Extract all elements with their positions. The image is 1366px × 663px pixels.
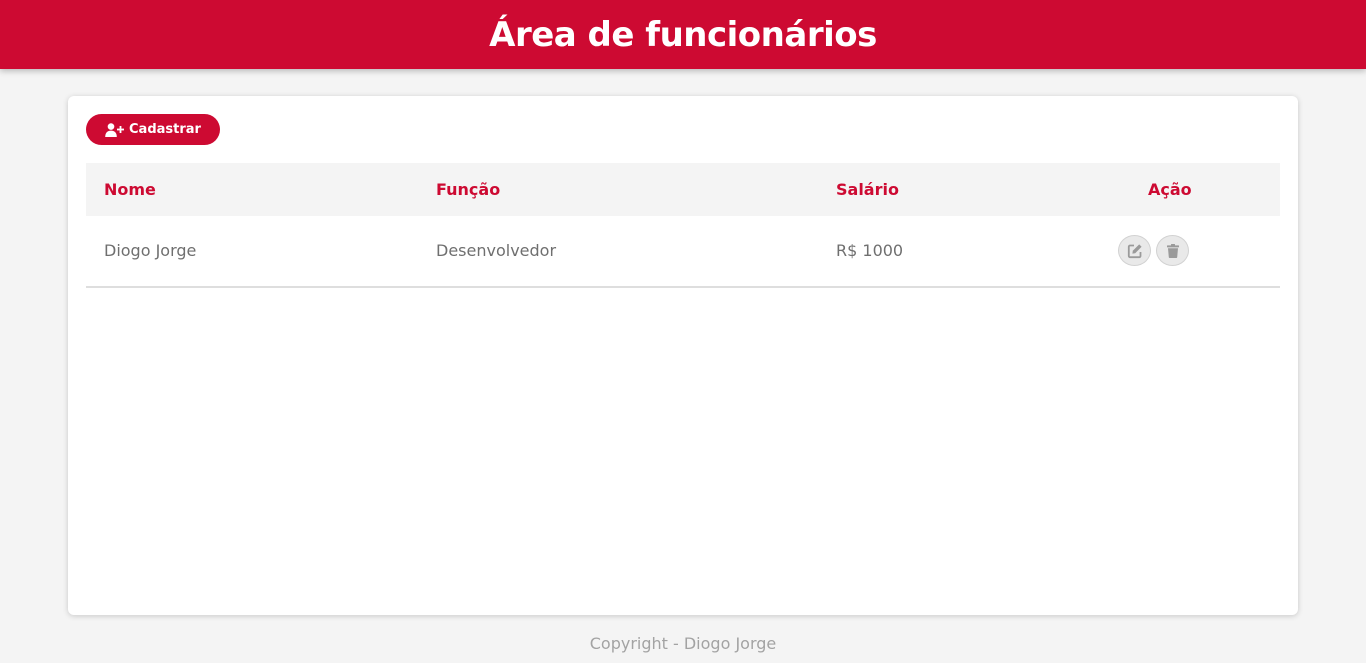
- trash-icon: [1165, 243, 1181, 259]
- user-plus-icon: [105, 122, 125, 137]
- edit-icon: [1127, 243, 1143, 259]
- add-employee-label: Cadastrar: [129, 122, 201, 137]
- edit-button[interactable]: [1118, 235, 1151, 266]
- table-header: Nome Função Salário Ação: [86, 163, 1280, 216]
- cell-role: Desenvolvedor: [436, 241, 557, 260]
- column-header-name: Nome: [104, 180, 156, 199]
- add-employee-button[interactable]: Cadastrar: [86, 114, 220, 145]
- cell-salary: R$ 1000: [836, 241, 904, 260]
- employees-card: Cadastrar Nome Função Salário Ação Diogo…: [68, 96, 1298, 615]
- delete-button[interactable]: [1156, 235, 1189, 266]
- app-header: Área de funcionários: [0, 0, 1366, 69]
- employees-table: Nome Função Salário Ação Diogo Jorge Des…: [86, 163, 1280, 288]
- column-header-role: Função: [436, 180, 501, 199]
- table-row: Diogo Jorge Desenvolvedor R$ 1000: [86, 216, 1280, 288]
- cell-name: Diogo Jorge: [104, 241, 197, 260]
- copyright-footer: Copyright - Diogo Jorge: [589, 634, 777, 653]
- column-header-salary: Salário: [836, 180, 899, 199]
- column-header-action: Ação: [1148, 180, 1192, 199]
- page-title: Área de funcionários: [489, 14, 877, 55]
- row-actions: [1118, 235, 1189, 266]
